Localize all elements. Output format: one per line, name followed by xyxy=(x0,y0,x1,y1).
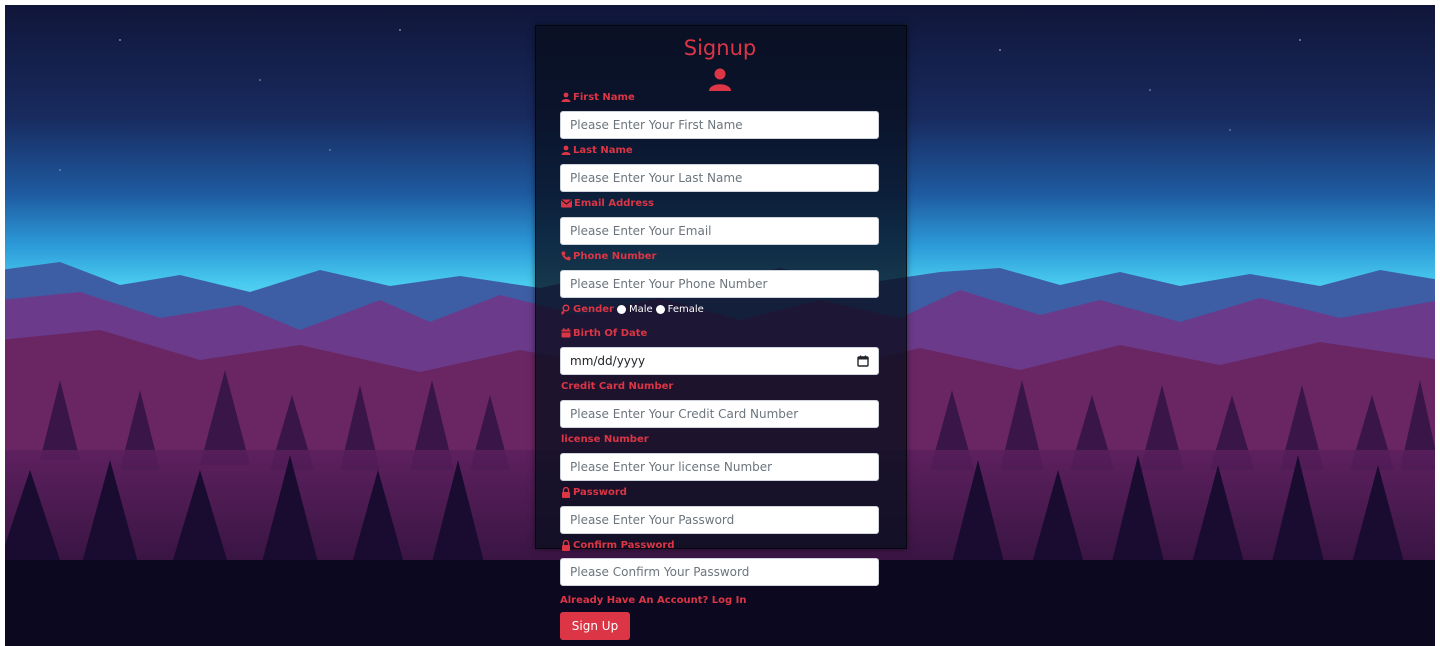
phone-icon xyxy=(561,251,571,261)
user-icon xyxy=(709,68,731,91)
license-label-text: license Number xyxy=(561,433,649,445)
credit-card-input[interactable] xyxy=(560,400,879,428)
gender-female-text: Female xyxy=(667,303,704,315)
envelope-icon xyxy=(561,199,572,207)
license-input[interactable] xyxy=(560,453,879,481)
birth-date-label: Birth Of Date xyxy=(561,326,647,340)
frame-edge-right xyxy=(1435,0,1440,646)
email-label: Email Address xyxy=(561,196,654,210)
confirm-password-label-text: Confirm Password xyxy=(573,539,675,551)
phone-label-text: Phone Number xyxy=(573,250,657,262)
password-label-text: Password xyxy=(573,486,627,498)
credit-card-label-text: Credit Card Number xyxy=(561,380,674,392)
password-input[interactable] xyxy=(560,506,879,534)
calendar-icon xyxy=(561,328,571,338)
lock-icon xyxy=(562,539,570,551)
user-icon xyxy=(561,145,571,155)
email-label-text: Email Address xyxy=(574,197,655,209)
last-name-label: Last Name xyxy=(561,143,633,157)
gender-label: Gender xyxy=(573,303,614,315)
birth-date-value: mm/dd/yyyy xyxy=(570,354,646,368)
birth-date-label-text: Birth Of Date xyxy=(573,327,648,339)
confirm-password-input[interactable] xyxy=(560,558,879,586)
phone-label: Phone Number xyxy=(561,249,656,263)
login-link[interactable]: Already Have An Account? Log In xyxy=(560,595,747,606)
user-icon xyxy=(561,92,571,102)
confirm-password-label: Confirm Password xyxy=(561,538,674,552)
gender-female-radio[interactable] xyxy=(655,304,665,314)
license-label: license Number xyxy=(561,432,649,446)
form-title: Signup xyxy=(683,36,757,60)
venus-icon xyxy=(561,303,570,315)
first-name-label-text: First Name xyxy=(573,91,635,103)
lock-icon xyxy=(562,486,570,498)
birth-date-input[interactable]: mm/dd/yyyy xyxy=(560,347,879,375)
email-input[interactable] xyxy=(560,217,879,245)
frame-edge-left xyxy=(0,0,5,646)
phone-input[interactable] xyxy=(560,270,879,298)
last-name-input[interactable] xyxy=(560,164,879,192)
sign-up-button[interactable]: Sign Up xyxy=(560,612,630,640)
calendar-icon[interactable] xyxy=(857,355,869,367)
first-name-label: First Name xyxy=(561,90,635,104)
first-name-input[interactable] xyxy=(560,111,879,139)
gender-male-radio[interactable] xyxy=(616,304,626,314)
gender-row: Gender Male Female xyxy=(561,302,704,316)
last-name-label-text: Last Name xyxy=(573,144,633,156)
gender-male-text: Male xyxy=(628,303,653,315)
frame-edge-top xyxy=(0,0,1440,5)
password-label: Password xyxy=(561,485,627,499)
credit-card-label: Credit Card Number xyxy=(561,379,673,393)
